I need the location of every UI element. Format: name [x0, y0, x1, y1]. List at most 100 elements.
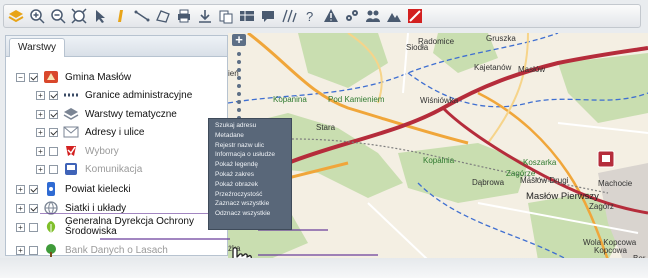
zoom-level-tick[interactable]	[237, 68, 241, 72]
comment-icon[interactable]	[260, 8, 276, 24]
zoom-level-tick[interactable]	[237, 60, 241, 64]
layer-checkbox[interactable]	[49, 90, 58, 100]
terrain-icon[interactable]	[386, 8, 402, 24]
copy-icon[interactable]	[218, 8, 234, 24]
download-icon[interactable]	[197, 8, 213, 24]
settings-icon[interactable]	[344, 8, 360, 24]
context-menu-item[interactable]: Zaznacz wszystkie	[209, 199, 291, 209]
map-place-label: Stara	[316, 123, 336, 132]
layer-row[interactable]: + Komunikacja	[36, 161, 142, 177]
bottom-edge	[0, 258, 648, 278]
context-menu-item[interactable]: Odznacz wszystkie	[209, 209, 291, 219]
context-menu-item[interactable]: Pokaż legendę	[209, 160, 291, 170]
zoom-level-tick[interactable]	[237, 84, 241, 88]
zoom-level-tick[interactable]	[237, 100, 241, 104]
layer-row[interactable]: + Powiat kielecki	[16, 181, 131, 197]
layer-row[interactable]: − Gmina Masłów	[16, 69, 131, 85]
map-place-label: Zagórz	[589, 202, 614, 211]
layers-icon[interactable]	[8, 8, 24, 24]
map-place-label: Siodła	[406, 43, 429, 52]
layer-checkbox[interactable]	[29, 203, 38, 213]
layer-label: Komunikacja	[85, 163, 143, 175]
layer-checkbox[interactable]	[29, 184, 38, 194]
layer-label: Wybory	[85, 145, 119, 157]
context-menu-item[interactable]: Pokaż zakres	[209, 170, 291, 180]
zoom-level-tick[interactable]	[237, 108, 241, 112]
map-place-label: Gruszka	[486, 34, 516, 43]
layer-checkbox[interactable]	[49, 109, 58, 119]
layer-label: Powiat kielecki	[65, 183, 131, 195]
expand-toggle[interactable]: +	[36, 146, 45, 156]
expand-toggle[interactable]: +	[16, 245, 25, 255]
expand-toggle[interactable]: +	[16, 184, 25, 194]
layer-checkbox[interactable]	[29, 222, 38, 232]
warning-icon[interactable]	[323, 8, 339, 24]
expand-toggle[interactable]: +	[36, 109, 45, 119]
layer-row[interactable]: + Wybory	[36, 143, 119, 159]
select-arrow-icon[interactable]	[92, 8, 108, 24]
powiat-icon	[43, 182, 59, 196]
ballot-icon	[63, 144, 79, 158]
context-menu-item[interactable]: Pokaż obrazek	[209, 180, 291, 190]
zoom-plus-button[interactable]: +	[232, 33, 246, 46]
context-menu-item[interactable]: Rejestr nazw ulic	[209, 141, 291, 151]
zoom-out-icon[interactable]	[50, 8, 66, 24]
hatch-icon[interactable]	[281, 8, 297, 24]
layer-checkbox[interactable]	[49, 164, 58, 174]
envelope-icon	[63, 125, 79, 139]
help-icon[interactable]: ?	[302, 8, 318, 24]
print-icon[interactable]	[176, 8, 192, 24]
panel-tabbar: Warstwy	[6, 36, 227, 57]
expand-toggle[interactable]: −	[16, 72, 25, 82]
info-icon[interactable]	[113, 8, 129, 24]
layer-row[interactable]: + Warstwy tematyczne	[36, 106, 177, 122]
map-place-label: Masłów Pierwszy	[526, 191, 599, 202]
expand-toggle[interactable]: +	[36, 164, 45, 174]
measure-area-icon[interactable]	[155, 8, 171, 24]
layer-label: Warstwy tematyczne	[85, 108, 177, 120]
map-toolbar: ?	[3, 4, 641, 28]
pointer-lines	[40, 213, 230, 240]
context-menu-item[interactable]: Metadane	[209, 131, 291, 141]
no-entry-icon[interactable]	[407, 8, 423, 24]
context-menu-item[interactable]: Informacja o usłudze	[209, 150, 291, 160]
layer-checkbox[interactable]	[29, 245, 38, 255]
expand-toggle[interactable]: +	[16, 203, 25, 213]
layer-row[interactable]: + Granice administracyjne	[36, 87, 192, 103]
layer-label: Adresy i ulice	[85, 126, 145, 138]
context-menu: Szukaj adresu Metadane Rejestr nazw ulic In…	[208, 118, 292, 230]
context-menu-item[interactable]: Przeźroczystość	[209, 190, 291, 200]
boundary-icon	[63, 88, 79, 102]
map-place-label: Koszarka	[523, 158, 557, 167]
bus-icon	[63, 162, 79, 176]
zoom-extent-icon[interactable]	[71, 8, 87, 24]
tab-warstwy[interactable]: Warstwy	[9, 38, 65, 57]
expand-toggle[interactable]: +	[16, 222, 25, 232]
layer-label: Siatki i układy	[65, 202, 127, 214]
expand-toggle[interactable]: +	[36, 90, 45, 100]
svg-text:?: ?	[306, 9, 313, 24]
table-icon[interactable]	[239, 8, 255, 24]
layer-checkbox[interactable]	[49, 127, 58, 137]
map-place-label: Kopcowa	[594, 246, 627, 255]
map-place-label: Masłów	[518, 65, 546, 74]
layer-checkbox[interactable]	[29, 72, 38, 82]
map-place-label: Kopalnia	[423, 156, 455, 165]
map-place-label: Machocie	[598, 179, 633, 188]
zoom-level-tick[interactable]	[237, 92, 241, 96]
zoom-level-tick[interactable]	[237, 52, 241, 56]
stack-icon	[63, 107, 79, 121]
expand-toggle[interactable]: +	[36, 127, 45, 137]
map-place-label: Dąbrowa	[472, 178, 505, 187]
context-menu-item[interactable]: Szukaj adresu	[209, 121, 291, 131]
map-place-label: Kopanina	[273, 95, 307, 104]
gmina-icon	[43, 70, 59, 84]
layer-checkbox[interactable]	[49, 146, 58, 156]
map-place-label: Pod Kamieniem	[328, 95, 385, 104]
users-icon[interactable]	[365, 8, 381, 24]
zoom-in-icon[interactable]	[29, 8, 45, 24]
layer-row[interactable]: + Adresy i ulice	[36, 124, 144, 140]
layer-label: Granice administracyjne	[85, 89, 193, 101]
zoom-level-tick[interactable]	[237, 76, 241, 80]
measure-line-icon[interactable]	[134, 8, 150, 24]
